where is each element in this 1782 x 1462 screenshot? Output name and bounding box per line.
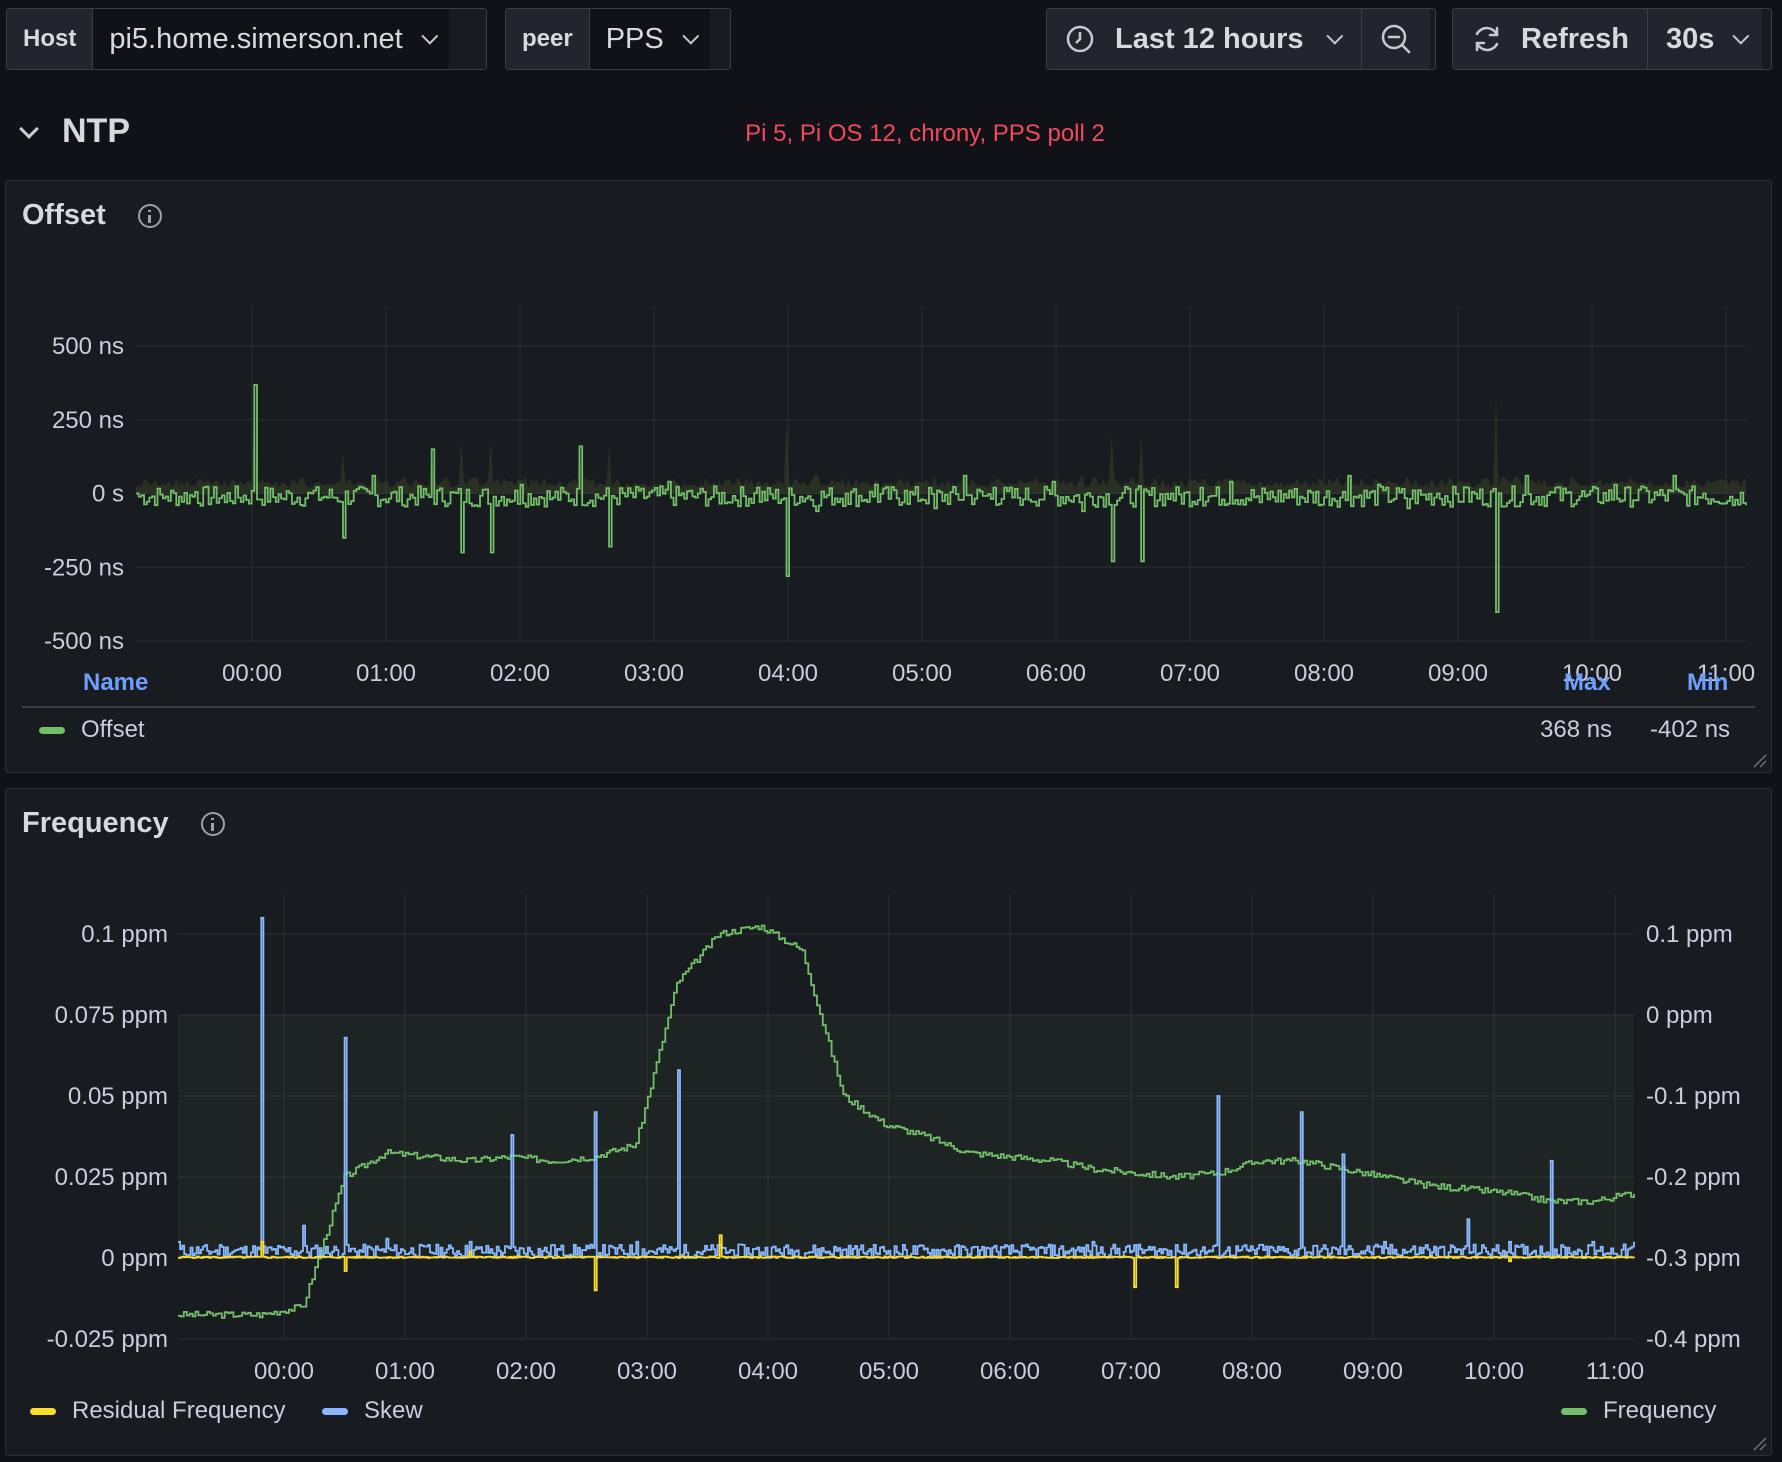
offset-chart[interactable]: 500 ns 250 ns 0 s -250 ns -500 ns 00:00 01:00 0… <box>6 251 1768 731</box>
legend-item-frequency[interactable]: Frequency <box>1561 1397 1716 1425</box>
x-tick-label: 04:00 <box>758 660 818 687</box>
y-right-tick-label: 0 ppm <box>1646 1002 1713 1029</box>
chevron-down-icon <box>1732 27 1750 45</box>
legend-min-header[interactable]: Min <box>1687 669 1728 697</box>
legend-min-value: -402 ns <box>1650 716 1731 743</box>
peer-select-value: PPS <box>605 22 664 55</box>
peer-select[interactable]: PPS <box>589 9 710 69</box>
y-tick-label: 500 ns <box>52 333 124 360</box>
offset-area <box>136 392 1746 494</box>
chevron-down-icon <box>1325 27 1343 45</box>
x-tick-label: 07:00 <box>1101 1358 1161 1385</box>
chevron-down-icon <box>421 27 439 45</box>
offset-panel-header[interactable]: Offset <box>22 199 162 232</box>
frequency-panel: Frequency 0.1 ppm 0.075 ppm 0.05 ppm 0.025 … <box>5 788 1772 1456</box>
y-left-tick-label: 0.1 ppm <box>81 921 168 948</box>
legend-series-name: Offset <box>81 716 145 743</box>
refresh-picker: Refresh 30s <box>1452 8 1772 70</box>
legend-max-header[interactable]: Max <box>1564 669 1611 697</box>
row-note: Pi 5, Pi OS 12, chrony, PPS poll 2 <box>745 120 1105 147</box>
refresh-button[interactable]: Refresh <box>1453 9 1648 69</box>
legend-swatch <box>1561 1408 1587 1416</box>
x-tick-label: 10:00 <box>1464 1358 1524 1385</box>
y-right-tick-label: -0.4 ppm <box>1646 1326 1741 1353</box>
zoom-out-icon <box>1381 24 1411 54</box>
y-left-tick-label: -0.025 ppm <box>47 1326 168 1353</box>
time-range-button[interactable]: Last 12 hours <box>1047 9 1362 69</box>
y-right-tick-label: -0.1 ppm <box>1646 1083 1741 1110</box>
y-tick-label: -250 ns <box>44 554 124 581</box>
legend-name-header[interactable]: Name <box>83 669 148 697</box>
legend-item-residual[interactable]: Residual Frequency <box>30 1397 285 1425</box>
x-tick-label: 07:00 <box>1160 660 1220 687</box>
y-left-tick-label: 0 ppm <box>101 1245 168 1272</box>
peer-variable: peer PPS <box>505 8 731 70</box>
x-tick-label: 00:00 <box>222 660 282 687</box>
resize-handle-icon[interactable] <box>1751 1435 1767 1451</box>
resize-handle-icon[interactable] <box>1751 752 1767 768</box>
x-tick-label: 00:00 <box>254 1358 314 1385</box>
time-picker: Last 12 hours <box>1046 8 1436 70</box>
legend-swatch <box>39 727 65 735</box>
y-right-tick-label: -0.3 ppm <box>1646 1245 1741 1272</box>
clock-icon <box>1066 25 1094 53</box>
info-icon[interactable] <box>137 203 162 228</box>
x-tick-label: 06:00 <box>1026 660 1086 687</box>
y-left-tick-label: 0.05 ppm <box>68 1083 168 1110</box>
x-tick-label: 11:00 <box>1586 1358 1644 1385</box>
x-tick-label: 09:00 <box>1343 1358 1403 1385</box>
chevron-down-icon <box>682 27 700 45</box>
panel-title: Offset <box>22 199 106 231</box>
y-right-tick-label: 0.1 ppm <box>1646 921 1733 948</box>
frequency-chart[interactable]: 0.1 ppm 0.075 ppm 0.05 ppm 0.025 ppm 0 ppm -0… <box>6 859 1768 1449</box>
frequency-band <box>178 1015 1634 1258</box>
y-tick-label: -500 ns <box>44 628 124 655</box>
legend-divider <box>22 706 1755 708</box>
x-tick-label: 09:00 <box>1428 660 1488 687</box>
y-tick-label: 250 ns <box>52 407 124 434</box>
offset-series-line <box>136 384 1747 613</box>
refresh-interval-select[interactable]: 30s <box>1648 9 1763 69</box>
x-tick-label: 02:00 <box>496 1358 556 1385</box>
legend-max-value: 368 ns <box>1540 716 1613 743</box>
x-tick-label: 05:00 <box>859 1358 919 1385</box>
info-icon[interactable] <box>200 811 225 836</box>
offset-panel: Offset 500 ns 250 ns 0 s -250 ns -500 ns 00:0… <box>5 180 1772 773</box>
refresh-interval-value: 30s <box>1666 22 1715 55</box>
peer-label: peer <box>506 9 590 69</box>
y-left-tick-label: 0.075 ppm <box>55 1002 168 1029</box>
host-variable: Host pi5.home.simerson.net <box>6 8 487 70</box>
x-tick-label: 08:00 <box>1222 1358 1282 1385</box>
x-tick-label: 01:00 <box>375 1358 435 1385</box>
host-label: Host <box>7 9 94 69</box>
refresh-label: Refresh <box>1521 22 1629 55</box>
y-left-tick-label: 0.025 ppm <box>55 1164 168 1191</box>
x-tick-label: 08:00 <box>1294 660 1354 687</box>
x-tick-label: 03:00 <box>617 1358 677 1385</box>
panel-title: Frequency <box>22 807 169 839</box>
legend-swatch <box>322 1408 348 1416</box>
legend-swatch <box>30 1408 56 1416</box>
x-tick-label: 05:00 <box>892 660 952 687</box>
legend-label: Frequency <box>1603 1397 1717 1424</box>
time-range-label: Last 12 hours <box>1115 22 1304 55</box>
y-tick-label: 0 s <box>92 481 124 508</box>
legend-item-skew[interactable]: Skew <box>322 1397 423 1425</box>
frequency-panel-header[interactable]: Frequency <box>22 807 225 840</box>
legend-row-offset[interactable]: Offset 368 ns -402 ns <box>39 716 1749 752</box>
x-tick-label: 02:00 <box>490 660 550 687</box>
host-select-value: pi5.home.simerson.net <box>109 22 403 55</box>
x-tick-label: 01:00 <box>356 660 416 687</box>
zoom-out-button[interactable] <box>1362 9 1430 69</box>
x-tick-label: 03:00 <box>624 660 684 687</box>
legend-label: Skew <box>364 1397 423 1424</box>
host-select[interactable]: pi5.home.simerson.net <box>93 9 449 69</box>
legend-label: Residual Frequency <box>72 1397 286 1424</box>
y-right-tick-label: -0.2 ppm <box>1646 1164 1741 1191</box>
x-tick-label: 04:00 <box>738 1358 798 1385</box>
refresh-icon <box>1475 26 1499 52</box>
x-tick-label: 06:00 <box>980 1358 1040 1385</box>
